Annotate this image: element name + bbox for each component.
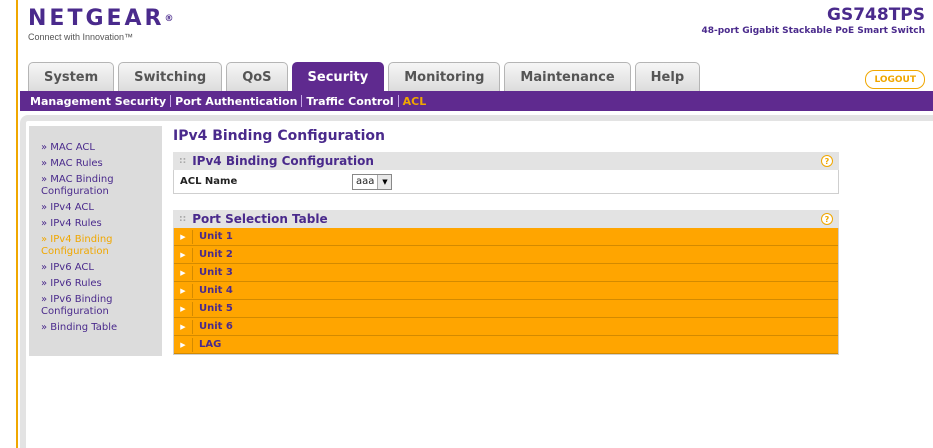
triangle-right-icon[interactable]: ▶: [174, 233, 192, 241]
logout-button[interactable]: LOGOUT: [865, 70, 925, 89]
unit-label: Unit 1: [199, 231, 233, 242]
row-divider: [192, 319, 193, 334]
subnav-divider: [170, 95, 172, 107]
sidebar: » MAC ACL» MAC Rules» MAC Binding Config…: [29, 126, 162, 356]
acl-name-row: ACL Name aaa ▼: [173, 170, 839, 194]
triangle-right-icon[interactable]: ▶: [174, 287, 192, 295]
help-icon[interactable]: ?: [821, 213, 833, 225]
port-panel-header: :: Port Selection Table ?: [173, 210, 839, 228]
unit-label: Unit 6: [199, 321, 233, 332]
model-description: 48-port Gigabit Stackable PoE Smart Swit…: [701, 26, 925, 36]
triangle-right-icon[interactable]: ▶: [174, 305, 192, 313]
row-divider: [192, 229, 193, 244]
unit-label: LAG: [199, 339, 222, 350]
tab-help[interactable]: Help: [634, 62, 701, 91]
tab-qos[interactable]: QoS: [226, 62, 288, 91]
triangle-right-icon[interactable]: ▶: [174, 269, 192, 277]
tab-monitoring[interactable]: Monitoring: [388, 62, 501, 91]
grip-icon: ::: [179, 156, 187, 166]
subnav-port-authentication[interactable]: Port Authentication: [175, 95, 297, 108]
unit-row-unit-2[interactable]: ▶ Unit 2: [174, 246, 838, 264]
page-title: IPv4 Binding Configuration: [173, 128, 385, 144]
unit-row-lag[interactable]: ▶ LAG: [174, 336, 838, 354]
unit-label: Unit 4: [199, 285, 233, 296]
sidebar-item-ipv4-acl[interactable]: » IPv4 ACL: [29, 200, 162, 216]
sidebar-item-ipv6-acl[interactable]: » IPv6 ACL: [29, 260, 162, 276]
subnav-divider: [397, 95, 399, 107]
sidebar-item-ipv4-binding-configuration[interactable]: » IPv4 Binding Configuration: [29, 232, 162, 260]
main-tabs: System Switching QoS Security Monitoring Main…: [28, 62, 704, 91]
tab-switching[interactable]: Switching: [118, 62, 223, 91]
logo-text: NETGEAR: [28, 6, 165, 31]
port-panel-title: Port Selection Table: [192, 212, 328, 226]
netgear-logo: NETGEAR® Connect with Innovation™: [28, 6, 174, 43]
sidebar-item-mac-binding-configuration[interactable]: » MAC Binding Configuration: [29, 172, 162, 200]
unit-row-unit-4[interactable]: ▶ Unit 4: [174, 282, 838, 300]
help-icon[interactable]: ?: [821, 155, 833, 167]
triangle-right-icon[interactable]: ▶: [174, 323, 192, 331]
model-info: GS748TPS 48-port Gigabit Stackable PoE S…: [701, 5, 925, 37]
tab-maintenance[interactable]: Maintenance: [504, 62, 631, 91]
page: NETGEAR® Connect with Innovation™ GS748T…: [20, 0, 933, 448]
logo-tagline: Connect with Innovation™: [28, 32, 134, 42]
acl-name-label: ACL Name: [180, 176, 238, 187]
sidebar-item-ipv4-rules[interactable]: » IPv4 Rules: [29, 216, 162, 232]
model-name: GS748TPS: [827, 5, 925, 25]
unit-label: Unit 2: [199, 249, 233, 260]
left-rail: [0, 0, 18, 448]
unit-label: Unit 5: [199, 303, 233, 314]
sidebar-item-mac-acl[interactable]: » MAC ACL: [29, 140, 162, 156]
row-divider: [192, 337, 193, 352]
acl-name-select[interactable]: aaa ▼: [352, 173, 393, 190]
acl-name-value: aaa: [356, 176, 375, 187]
unit-label: Unit 3: [199, 267, 233, 278]
grip-icon: ::: [179, 214, 187, 224]
sidebar-item-binding-table[interactable]: » Binding Table: [29, 320, 162, 336]
row-divider: [192, 301, 193, 316]
subnav-traffic-control[interactable]: Traffic Control: [306, 95, 393, 108]
triangle-right-icon[interactable]: ▶: [174, 341, 192, 349]
subnav-acl[interactable]: ACL: [403, 95, 427, 108]
unit-row-unit-3[interactable]: ▶ Unit 3: [174, 264, 838, 282]
binding-panel-title: IPv4 Binding Configuration: [192, 154, 374, 168]
main-content: IPv4 Binding Configuration :: IPv4 Bindi…: [173, 128, 839, 355]
logo-registered-mark: ®: [164, 14, 174, 24]
port-selection-table: ▶ Unit 1 ▶ Unit 2 ▶ Unit 3 ▶ Unit 4 ▶ Unit 5 ▶ Unit…: [173, 228, 839, 355]
unit-row-unit-6[interactable]: ▶ Unit 6: [174, 318, 838, 336]
subnav-management-security[interactable]: Management Security: [30, 95, 166, 108]
triangle-right-icon[interactable]: ▶: [174, 251, 192, 259]
page-frame: NETGEAR® Connect with Innovation™ GS748T…: [0, 0, 933, 448]
sidebar-item-ipv6-binding-configuration[interactable]: » IPv6 Binding Configuration: [29, 292, 162, 320]
sub-navigation: Management Security Port Authentication Tr…: [20, 91, 933, 111]
row-divider: [192, 283, 193, 298]
subnav-divider: [301, 95, 303, 107]
tab-system[interactable]: System: [28, 62, 115, 91]
sidebar-item-ipv6-rules[interactable]: » IPv6 Rules: [29, 276, 162, 292]
binding-panel-header: :: IPv4 Binding Configuration ?: [173, 152, 839, 170]
row-divider: [192, 247, 193, 262]
tab-security[interactable]: Security: [291, 62, 385, 91]
sidebar-item-mac-rules[interactable]: » MAC Rules: [29, 156, 162, 172]
triangle-down-icon[interactable]: ▼: [377, 174, 392, 189]
unit-row-unit-1[interactable]: ▶ Unit 1: [174, 228, 838, 246]
unit-row-unit-5[interactable]: ▶ Unit 5: [174, 300, 838, 318]
row-divider: [192, 265, 193, 280]
